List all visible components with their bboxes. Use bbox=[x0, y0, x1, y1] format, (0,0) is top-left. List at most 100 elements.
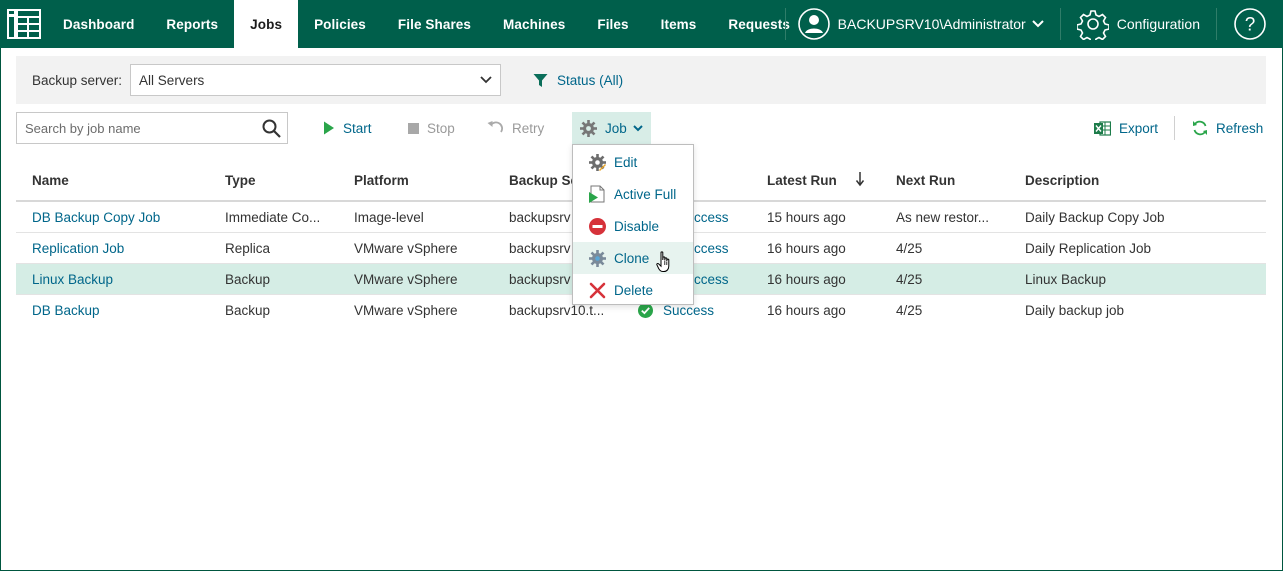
start-button[interactable]: Start bbox=[323, 112, 372, 144]
export-label: Export bbox=[1119, 120, 1159, 136]
menu-item-label: Disable bbox=[614, 218, 660, 234]
stop-button[interactable]: Stop bbox=[408, 112, 455, 144]
job-status: ccess bbox=[694, 264, 729, 294]
job-description: Linux Backup bbox=[1025, 271, 1107, 287]
retry-icon bbox=[487, 120, 504, 136]
svg-text:?: ? bbox=[1245, 15, 1256, 36]
column-header-backup-server[interactable]: Backup Se bbox=[509, 160, 578, 200]
search-icon[interactable] bbox=[262, 119, 281, 138]
column-header-next-run[interactable]: Next Run bbox=[896, 160, 955, 200]
job-next-run: 4/25 bbox=[896, 240, 923, 256]
export-button[interactable]: Export bbox=[1094, 112, 1158, 144]
column-header-latest-run[interactable]: Latest Run bbox=[767, 160, 837, 200]
configuration-button[interactable]: Configuration bbox=[1061, 0, 1216, 48]
job-latest-run: 16 hours ago bbox=[767, 240, 846, 256]
user-name: BACKUPSRV10\Administrator bbox=[837, 16, 1026, 32]
job-description: Daily Replication Job bbox=[1025, 240, 1152, 256]
job-platform: VMware vSphere bbox=[354, 271, 458, 287]
column-header-type[interactable]: Type bbox=[225, 160, 256, 200]
column-header-description[interactable]: Description bbox=[1025, 160, 1099, 200]
configuration-label: Configuration bbox=[1116, 16, 1200, 32]
status-filter-label: Status (All) bbox=[557, 72, 624, 88]
job-platform: Image-level bbox=[354, 209, 424, 225]
menu-item-edit[interactable]: Edit bbox=[573, 146, 693, 178]
start-label: Start bbox=[343, 120, 372, 136]
funnel-icon bbox=[533, 73, 548, 88]
backup-server-label: Backup server: bbox=[32, 72, 123, 88]
tab-dashboard[interactable]: Dashboard bbox=[48, 0, 150, 48]
active-full-icon bbox=[589, 185, 606, 203]
help-button[interactable]: ? bbox=[1217, 0, 1283, 48]
job-backup-server: backupsrv bbox=[509, 209, 571, 225]
sort-descending-icon[interactable] bbox=[855, 171, 865, 187]
job-latest-run: 16 hours ago bbox=[767, 271, 846, 287]
menu-item-disable[interactable]: Disable bbox=[573, 210, 693, 242]
tab-machines[interactable]: Machines bbox=[487, 0, 581, 48]
play-icon bbox=[323, 121, 335, 135]
refresh-button[interactable]: Refresh bbox=[1192, 112, 1263, 144]
user-icon bbox=[797, 8, 830, 40]
job-description: Daily backup job bbox=[1025, 302, 1125, 318]
help-icon: ? bbox=[1234, 8, 1266, 40]
job-type: Immediate Co... bbox=[225, 209, 321, 225]
job-search bbox=[16, 112, 288, 144]
disable-icon bbox=[589, 217, 606, 235]
backup-server-value: All Servers bbox=[139, 72, 205, 88]
tab-items[interactable]: Items bbox=[645, 0, 713, 48]
column-header-name[interactable]: Name bbox=[32, 160, 69, 200]
toolbar-divider bbox=[1174, 116, 1175, 140]
menu-item-active-full[interactable]: Active Full bbox=[573, 178, 693, 210]
menu-item-clone[interactable]: Clone bbox=[573, 242, 693, 274]
job-latest-run: 15 hours ago bbox=[767, 209, 846, 225]
retry-label: Retry bbox=[512, 120, 545, 136]
job-platform: VMware vSphere bbox=[354, 302, 458, 318]
menu-item-label: Active Full bbox=[614, 186, 677, 202]
column-header-platform[interactable]: Platform bbox=[354, 160, 409, 200]
job-name-link[interactable]: Linux Backup bbox=[32, 264, 113, 294]
tab-files[interactable]: Files bbox=[581, 0, 644, 48]
search-input[interactable] bbox=[17, 114, 255, 142]
job-status: ccess bbox=[694, 202, 729, 232]
refresh-label: Refresh bbox=[1216, 120, 1264, 136]
user-menu[interactable]: BACKUPSRV10\Administrator bbox=[786, 0, 1060, 48]
job-name-link[interactable]: DB Backup Copy Job bbox=[32, 202, 160, 232]
tab-file-shares[interactable]: File Shares bbox=[382, 0, 487, 48]
tab-jobs[interactable]: Jobs bbox=[234, 0, 299, 48]
job-status: ccess bbox=[694, 233, 729, 263]
job-status-label: ccess bbox=[694, 209, 729, 225]
menu-item-delete[interactable]: Delete bbox=[573, 274, 693, 306]
job-description: Daily Backup Copy Job bbox=[1025, 209, 1165, 225]
job-next-run: 4/25 bbox=[896, 302, 923, 318]
jobs-toolbar: Start Stop Retry Job bbox=[16, 112, 1266, 144]
job-dropdown-menu: Edit Active Full Disable Clone Delete bbox=[572, 144, 694, 305]
job-latest-run: 16 hours ago bbox=[767, 302, 846, 318]
gear-icon bbox=[580, 119, 597, 137]
job-status-label: ccess bbox=[694, 240, 729, 256]
app-logo-icon[interactable] bbox=[0, 0, 48, 48]
tab-policies[interactable]: Policies bbox=[298, 0, 382, 48]
job-status-label: ccess bbox=[694, 271, 729, 287]
filter-bar: Backup server: All Servers Status (All) bbox=[16, 56, 1266, 104]
stop-icon bbox=[408, 122, 419, 134]
menu-item-label: Delete bbox=[614, 282, 654, 298]
job-type: Replica bbox=[225, 240, 271, 256]
job-name-link[interactable]: DB Backup bbox=[32, 295, 100, 325]
job-next-run: As new restor... bbox=[896, 209, 990, 225]
chevron-down-icon bbox=[1032, 20, 1044, 28]
edit-gear-icon bbox=[589, 153, 606, 171]
excel-icon bbox=[1094, 120, 1111, 136]
tab-reports[interactable]: Reports bbox=[150, 0, 234, 48]
retry-button[interactable]: Retry bbox=[487, 112, 544, 144]
backup-server-select[interactable]: All Servers bbox=[130, 64, 502, 96]
job-backup-server: backupsrv bbox=[509, 240, 571, 256]
refresh-icon bbox=[1192, 120, 1208, 136]
job-name-link[interactable]: Replication Job bbox=[32, 233, 124, 263]
job-platform: VMware vSphere bbox=[354, 240, 458, 256]
delete-icon bbox=[589, 282, 606, 299]
chevron-down-icon bbox=[633, 124, 643, 132]
status-filter-button[interactable]: Status (All) bbox=[533, 73, 623, 88]
menu-item-label: Clone bbox=[614, 250, 650, 266]
job-type: Backup bbox=[225, 271, 271, 287]
top-navigation: Dashboard Reports Jobs Policies File Sha… bbox=[0, 0, 1283, 48]
job-menu-button[interactable]: Job bbox=[572, 112, 651, 144]
